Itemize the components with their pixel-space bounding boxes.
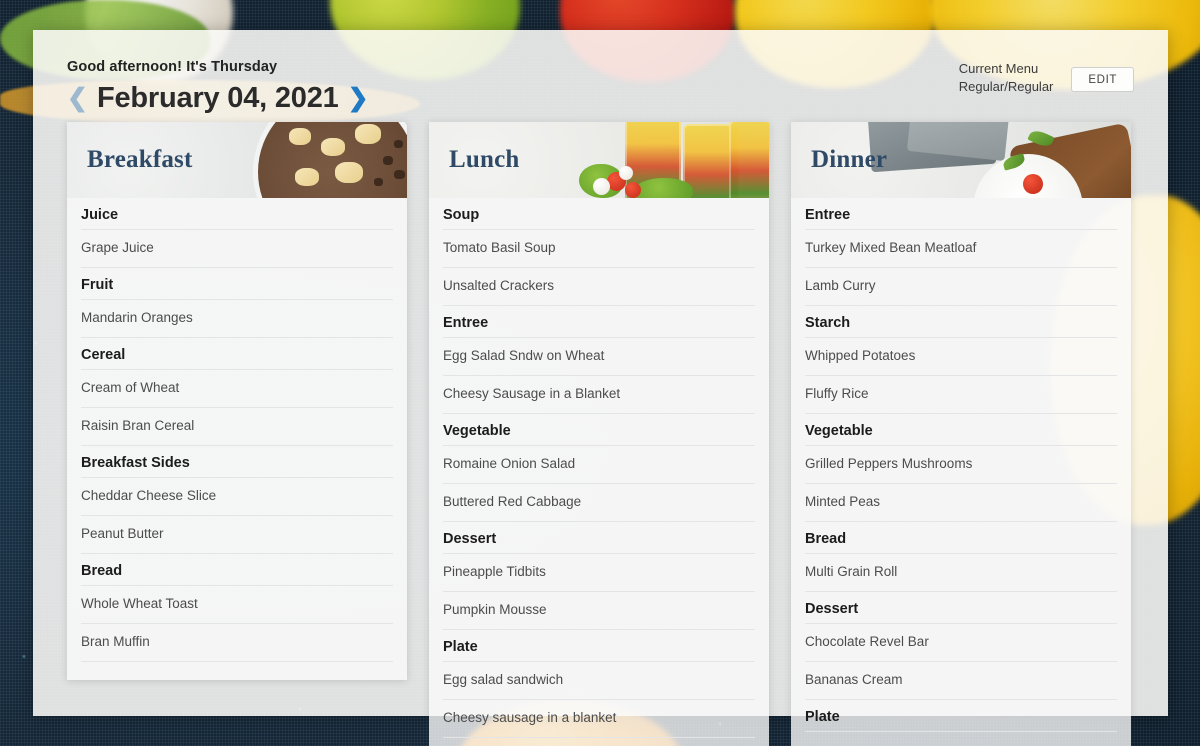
menu-item-row[interactable]: Grilled Peppers Mushrooms: [805, 446, 1117, 484]
broccoli-icon: [635, 178, 693, 198]
current-menu-label: Current Menu: [958, 61, 1039, 76]
menu-category-header: Juice: [81, 198, 393, 230]
menu-item-row[interactable]: Pumpkin Mousse: [443, 592, 755, 630]
previous-day-icon[interactable]: ❮: [67, 85, 88, 111]
menu-category-header: Cereal: [81, 338, 393, 370]
cocoa-nib-icon: [383, 156, 393, 165]
lunch-title: Lunch: [449, 146, 520, 173]
menu-item-row[interactable]: Minted Peas: [805, 484, 1117, 522]
menu-item-row[interactable]: Bananas Cream: [805, 662, 1117, 700]
menu-item-row[interactable]: Egg Salad Sndw on Wheat: [443, 338, 755, 376]
menu-item-row[interactable]: Grape Juice: [81, 230, 393, 268]
menu-item-row[interactable]: Cream of Wheat: [81, 370, 393, 408]
breakfast-banner: Breakfast: [67, 122, 407, 198]
menu-category-header: Dessert: [805, 592, 1117, 624]
menu-item-row[interactable]: Raisin Bran Cereal: [81, 408, 393, 446]
lunch-banner: Lunch: [429, 122, 769, 198]
menu-item-row[interactable]: Multi Grain Roll: [805, 554, 1117, 592]
menu-item-row[interactable]: Cheesy sausage in a blanket: [443, 700, 755, 738]
menu-item-row[interactable]: Cheddar Cheese Slice: [81, 478, 393, 516]
meal-cards-container: Breakfast Juice Grape Juice Fruit Mandarin …: [33, 122, 1168, 746]
menu-category-header: Vegetable: [443, 414, 755, 446]
menu-item-row[interactable]: Whole Wheat Toast: [81, 586, 393, 624]
current-menu-text: Current Menu Regular/Regular: [959, 58, 1054, 96]
menu-category-header: Dessert: [443, 522, 755, 554]
cocoa-nib-icon: [394, 140, 403, 148]
menu-item-row[interactable]: Lamb Curry: [805, 268, 1117, 306]
current-menu-block: Current Menu Regular/Regular EDIT: [959, 58, 1134, 96]
mason-jar-salad-icon: [729, 122, 769, 198]
breakfast-title: Breakfast: [87, 146, 193, 173]
cocoa-nib-icon: [374, 178, 383, 186]
menu-item-row[interactable]: Fluffy Rice: [805, 376, 1117, 414]
cocoa-nib-icon: [394, 170, 405, 179]
banana-chunk-icon: [321, 138, 345, 156]
banana-chunk-icon: [335, 162, 363, 183]
meal-card-dinner: Dinner Entree Turkey Mixed Bean Meatloaf L…: [791, 122, 1131, 746]
banana-chunk-icon: [355, 124, 381, 144]
menu-category-header: Soup: [443, 198, 755, 230]
menu-category-header: Entree: [805, 198, 1117, 230]
menu-panel: Good afternoon! It's Thursday ❮ February…: [33, 30, 1168, 746]
dinner-menu-list: Entree Turkey Mixed Bean Meatloaf Lamb Cur…: [791, 198, 1131, 746]
menu-category-header: Entree: [443, 306, 755, 338]
mozzarella-icon: [593, 178, 610, 195]
menu-category-header: Breakfast Sides: [81, 446, 393, 478]
menu-item-row[interactable]: Bran Muffin: [81, 624, 393, 662]
dinner-banner: Dinner: [791, 122, 1131, 198]
edit-button[interactable]: EDIT: [1071, 67, 1134, 92]
menu-item-row[interactable]: [805, 732, 1117, 746]
menu-category-header: Fruit: [81, 268, 393, 300]
menu-item-row[interactable]: Egg salad sandwich: [443, 662, 755, 700]
menu-item-row[interactable]: Chocolate Revel Bar: [805, 624, 1117, 662]
next-day-icon[interactable]: ❯: [348, 85, 369, 111]
menu-category-header: Vegetable: [805, 414, 1117, 446]
banana-chunk-icon: [295, 168, 319, 186]
dinner-title: Dinner: [811, 146, 888, 173]
menu-category-header: Plate: [443, 630, 755, 662]
tomato-icon: [625, 182, 641, 198]
meal-card-lunch: Lunch Soup Tomato Basil Soup Unsalted Crac…: [429, 122, 769, 746]
menu-item-row[interactable]: Mandarin Oranges: [81, 300, 393, 338]
menu-item-row[interactable]: Pineapple Tidbits: [443, 554, 755, 592]
menu-item-row[interactable]: Turkey Mixed Bean Meatloaf: [805, 230, 1117, 268]
breakfast-menu-list: Juice Grape Juice Fruit Mandarin Oranges Cer…: [67, 198, 407, 680]
menu-category-header: Starch: [805, 306, 1117, 338]
menu-item-row[interactable]: Tomato Basil Soup: [443, 230, 755, 268]
menu-item-row[interactable]: Cheesy Sausage in a Blanket: [443, 376, 755, 414]
mozzarella-icon: [619, 166, 633, 180]
menu-category-header: Plate: [805, 700, 1117, 732]
menu-item-row[interactable]: Romaine Onion Salad: [443, 446, 755, 484]
menu-item-row[interactable]: Unsalted Crackers: [443, 268, 755, 306]
menu-item-row[interactable]: Buttered Red Cabbage: [443, 484, 755, 522]
banana-chunk-icon: [289, 128, 311, 145]
lunch-menu-list: Soup Tomato Basil Soup Unsalted Crackers En…: [429, 198, 769, 746]
meal-card-breakfast: Breakfast Juice Grape Juice Fruit Mandarin …: [67, 122, 407, 680]
menu-item-row[interactable]: Whipped Potatoes: [805, 338, 1117, 376]
menu-item-row[interactable]: Peanut Butter: [81, 516, 393, 554]
page-header: Good afternoon! It's Thursday ❮ February…: [33, 30, 1168, 122]
menu-category-header: Bread: [81, 554, 393, 586]
page-title: February 04, 2021: [96, 82, 339, 114]
menu-category-header: Bread: [805, 522, 1117, 554]
current-menu-value: Regular/Regular: [958, 79, 1054, 94]
cherry-tomato-icon: [1023, 174, 1043, 194]
